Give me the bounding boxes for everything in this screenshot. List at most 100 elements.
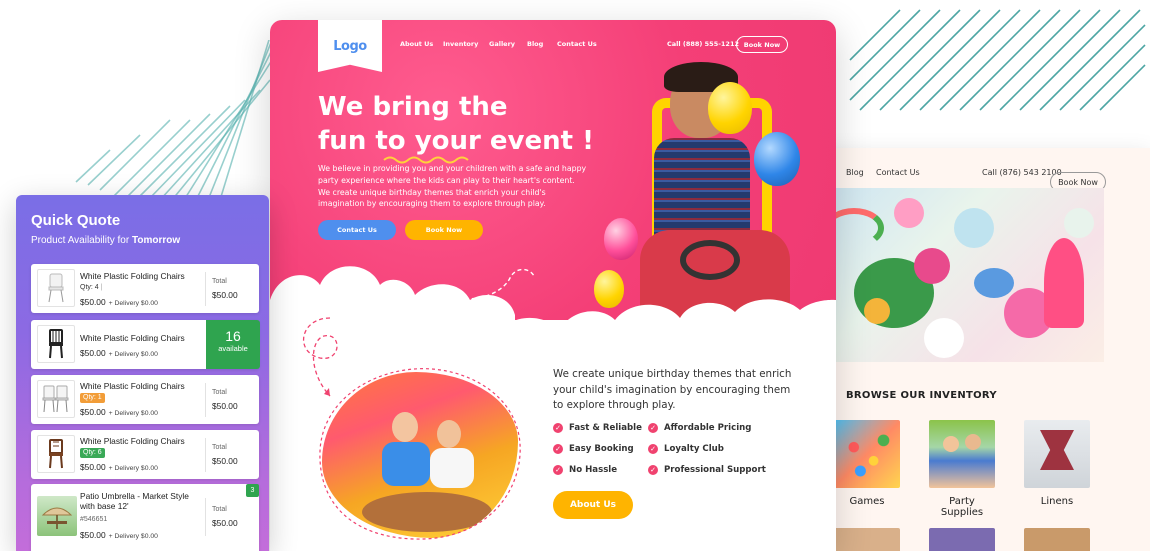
dashed-photo-outline	[319, 368, 521, 540]
availability-badge: 16 available	[206, 320, 260, 369]
logo-text: Logo	[333, 38, 367, 54]
item-qty-badge[interactable]: Qty: 6	[80, 448, 105, 458]
divider	[205, 272, 206, 306]
item-qty[interactable]: Qty: 4 |	[80, 284, 102, 291]
item-price: $50.00 + Delivery $0.00	[80, 462, 158, 472]
party-supplies-thumbnail	[929, 420, 995, 488]
check-icon: ✓	[648, 444, 658, 454]
secondary-nav-contact[interactable]: Contact Us	[876, 168, 920, 177]
feature-item: ✓ Affordable Pricing	[648, 423, 751, 433]
price-value: $50.00	[80, 530, 106, 540]
secondary-nav: Blog Contact Us Call (876) 543 2100 Book…	[820, 162, 1150, 192]
feature-item: ✓ No Hassle	[553, 465, 617, 475]
nav-about-us[interactable]: About Us	[400, 40, 433, 48]
total-value: $50.00	[212, 456, 238, 466]
games-thumbnail	[834, 420, 900, 488]
total-value: $50.00	[212, 290, 238, 300]
feature-label: Professional Support	[664, 465, 766, 475]
delivery-value: + Delivery $0.00	[108, 351, 158, 358]
secondary-nav-blog[interactable]: Blog	[846, 168, 864, 177]
quick-quote-panel: Quick Quote Product Availability for Tom…	[16, 195, 269, 551]
nav-contact-us[interactable]: Contact Us	[557, 40, 597, 48]
total-label: Total	[212, 389, 227, 396]
feature-label: Fast & Reliable	[569, 423, 642, 433]
wooden-chair-icon	[37, 435, 75, 473]
category-thumbnail-row2	[834, 528, 900, 551]
item-sku: #546651	[80, 516, 108, 523]
header-book-now-button[interactable]: Book Now	[736, 36, 788, 53]
item-count-badge: 3	[246, 484, 259, 497]
dark-chair-icon	[37, 325, 75, 363]
feature-label: Loyalty Club	[664, 444, 724, 454]
item-name: White Plastic Folding Chairs	[80, 436, 185, 446]
quick-quote-title: Quick Quote	[31, 212, 121, 229]
item-qty-badge[interactable]: Qty: 1	[80, 393, 105, 403]
hero-book-now-button[interactable]: Book Now	[405, 220, 483, 240]
check-icon: ✓	[553, 423, 563, 433]
delivery-value: + Delivery $0.00	[108, 465, 158, 472]
total-value: $50.00	[212, 401, 238, 411]
category-games[interactable]: Games	[834, 420, 904, 507]
quote-item[interactable]: White Plastic Folding Chairs Qty: 1 $50.…	[31, 375, 259, 424]
item-price: $50.00 + Delivery $0.00	[80, 348, 158, 358]
quote-item[interactable]: White Plastic Folding Chairs Qty: 6 $50.…	[31, 430, 259, 479]
blue-balloon	[754, 132, 800, 186]
feature-label: Affordable Pricing	[664, 423, 752, 433]
hero-title: We bring the fun to your event !	[318, 90, 598, 158]
item-price: $50.00 + Delivery $0.00	[80, 530, 158, 540]
divider	[205, 438, 206, 472]
site-logo[interactable]: Logo	[318, 20, 382, 72]
item-name: White Plastic Folding Chairs	[80, 381, 185, 391]
subtitle-day: Tomorrow	[131, 235, 181, 246]
item-price: $50.00 + Delivery $0.00	[80, 297, 158, 307]
hero-title-line2: fun to your event !	[318, 126, 594, 156]
patio-umbrella-icon	[37, 496, 77, 536]
header-phone[interactable]: Call (888) 555-1212	[667, 40, 739, 48]
available-label: available	[218, 344, 248, 353]
total-label: Total	[212, 506, 227, 513]
check-icon: ✓	[553, 465, 563, 475]
hero-paragraph: We believe in providing you and your chi…	[318, 164, 587, 209]
item-name-line2: with base 12'	[80, 501, 129, 511]
category-thumbnail-row2	[929, 528, 995, 551]
category-label: Games	[849, 496, 885, 507]
decorative-stripes-left	[60, 40, 280, 220]
hero-title-line1: We bring the	[318, 92, 508, 122]
category-linens[interactable]: Linens	[1024, 420, 1094, 507]
hero-contact-us-button[interactable]: Contact Us	[318, 220, 396, 240]
about-us-button[interactable]: About Us	[553, 491, 633, 519]
item-name: White Plastic Folding Chairs	[80, 271, 185, 281]
linens-thumbnail	[1024, 420, 1090, 488]
category-label: Linens	[1040, 496, 1074, 507]
divider	[205, 383, 206, 417]
inventory-heading: BROWSE OUR INVENTORY	[846, 390, 997, 401]
cloud-divider	[270, 266, 836, 360]
nav-blog[interactable]: Blog	[527, 40, 543, 48]
total-label: Total	[212, 444, 227, 451]
delivery-value: + Delivery $0.00	[108, 410, 158, 417]
delivery-value: + Delivery $0.00	[108, 300, 158, 307]
price-value: $50.00	[80, 407, 106, 417]
nav-gallery[interactable]: Gallery	[489, 40, 515, 48]
feature-item: ✓ Professional Support	[648, 465, 766, 475]
secondary-phone[interactable]: Call (876) 543 2100	[982, 168, 1062, 177]
divider	[205, 498, 206, 536]
quote-item[interactable]: White Plastic Folding Chairs Qty: 4 | $5…	[31, 264, 259, 313]
white-chair-icon	[37, 269, 75, 307]
secondary-site-preview: Blog Contact Us Call (876) 543 2100 Book…	[820, 148, 1150, 551]
subtitle-prefix: Product Availability for	[31, 235, 130, 246]
feature-label: Easy Booking	[569, 444, 634, 454]
quote-item[interactable]: Patio Umbrella - Market Style with base …	[31, 484, 259, 551]
nav-inventory[interactable]: Inventory	[443, 40, 478, 48]
category-thumbnail-row2	[1024, 528, 1090, 551]
yellow-balloon	[708, 82, 752, 134]
available-count: 16	[225, 328, 241, 344]
check-icon: ✓	[553, 444, 563, 454]
item-name: Patio Umbrella - Market Style with base …	[80, 491, 189, 511]
section-paragraph: We create unique birthday themes that en…	[553, 368, 792, 411]
item-name-line1: Patio Umbrella - Market Style	[80, 491, 189, 501]
check-icon: ✓	[648, 423, 658, 433]
category-party-supplies[interactable]: Party Supplies	[929, 420, 999, 518]
check-icon: ✓	[648, 465, 658, 475]
price-value: $50.00	[80, 462, 106, 472]
